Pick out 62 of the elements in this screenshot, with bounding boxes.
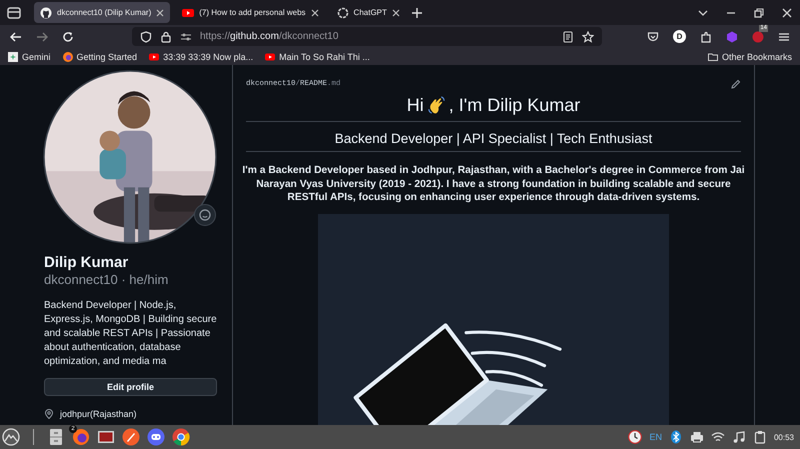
play-icon xyxy=(265,52,276,62)
waving-hand-icon xyxy=(426,96,446,115)
profile-name: Dilip Kumar xyxy=(44,254,130,271)
bluetooth-icon[interactable] xyxy=(668,430,683,444)
extension-icon[interactable] xyxy=(752,30,764,42)
smiley-icon[interactable] xyxy=(194,204,216,226)
heading-text: , I'm Dilip Kumar xyxy=(448,95,580,116)
location-text: jodhpur(Rajasthan) xyxy=(60,409,137,419)
browser-tab[interactable]: ChatGPT xyxy=(330,2,406,23)
pencil-icon[interactable] xyxy=(731,79,741,89)
printer-icon[interactable] xyxy=(690,430,704,444)
edit-profile-button[interactable]: Edit profile xyxy=(44,378,217,396)
forward-icon[interactable] xyxy=(36,30,48,42)
restore-icon[interactable] xyxy=(754,8,764,18)
chevron-down-icon[interactable] xyxy=(698,8,708,18)
reader-icon[interactable] xyxy=(562,30,574,42)
star-icon[interactable] xyxy=(582,30,594,42)
hexagon-icon[interactable] xyxy=(726,30,738,42)
terminal-icon[interactable] xyxy=(97,428,115,446)
location-pin-icon xyxy=(44,409,54,419)
tab-overview-icon[interactable] xyxy=(6,4,22,20)
address-bar[interactable]: https://github.com/dkconnect10 xyxy=(132,27,602,46)
subheading: Backend Developer | API Specialist | Tech Enthusiast xyxy=(334,131,652,146)
bookmark-item[interactable]: Gemini xyxy=(8,52,51,62)
music-note-icon[interactable] xyxy=(732,430,746,444)
url-text: https://github.com/dkconnect10 xyxy=(200,31,338,42)
pen-icon[interactable] xyxy=(122,428,140,446)
play-icon xyxy=(182,6,194,18)
puzzle-icon[interactable] xyxy=(700,30,712,42)
account-avatar[interactable]: D xyxy=(673,30,686,43)
profile-username: dkconnect10 · he/him xyxy=(44,272,170,287)
intro-paragraph: I'm a Backend Developer based in Jodhpur, Rajasthan, with a Bachelor's degree in Commerce from Jai Narayan Vyas University (2019 - 2021). I have a strong foundation in building scalable and secure RESTful APIs, focusing on enhancing user experience through data-driven systems. xyxy=(241,164,746,204)
heading-text: Hi xyxy=(406,95,424,116)
clock-icon[interactable] xyxy=(628,430,642,444)
clock-time[interactable]: 00:53 xyxy=(774,432,794,442)
file-cabinet-icon[interactable] xyxy=(47,428,65,446)
reload-icon[interactable] xyxy=(62,30,74,42)
wifi-icon[interactable] xyxy=(710,430,725,444)
close-icon[interactable] xyxy=(156,8,164,16)
sliders-icon xyxy=(180,30,192,42)
browser-tab[interactable]: dkconnect10 (Dilip Kumar) xyxy=(34,2,170,23)
mountain-logo-icon[interactable] xyxy=(2,428,20,446)
close-icon[interactable] xyxy=(392,8,400,16)
lock-icon xyxy=(160,30,172,42)
browser-tab[interactable]: (7) How to add personal webs xyxy=(176,2,325,23)
bookmark-item[interactable]: Main To So Rahi Thi ... xyxy=(265,52,370,62)
close-icon[interactable] xyxy=(310,8,319,16)
back-icon[interactable] xyxy=(10,30,22,42)
other-bookmarks-button[interactable]: Other Bookmarks xyxy=(708,52,792,62)
profile-bio: Backend Developer | Node.js, Express.js, MongoDB | Building secure and scalable REST APIs | Passionate about authentication, database optimization, and media ma xyxy=(44,299,218,369)
pocket-icon[interactable] xyxy=(647,30,659,42)
close-icon[interactable] xyxy=(782,8,792,18)
clipboard-icon[interactable] xyxy=(752,430,767,444)
shield-icon xyxy=(140,30,152,42)
chat-icon[interactable] xyxy=(147,428,165,446)
bookmark-item[interactable]: 33:39 33:39 Now pla... xyxy=(149,52,254,62)
new-tab-icon[interactable] xyxy=(412,8,422,18)
folder-icon xyxy=(708,52,718,62)
bookmark-item[interactable]: Getting Started xyxy=(62,52,138,62)
sparkle-icon xyxy=(8,52,18,62)
play-icon xyxy=(149,52,160,62)
menu-icon[interactable] xyxy=(778,30,790,42)
